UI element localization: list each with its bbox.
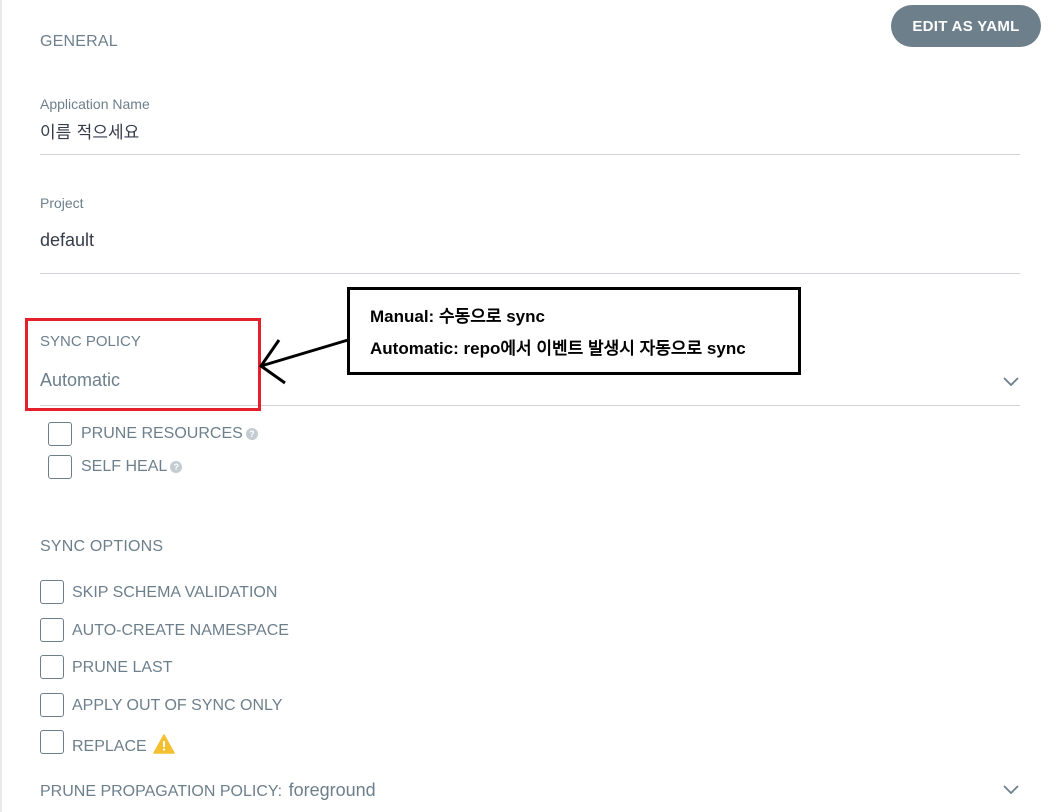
application-name-field[interactable]: 이름 적으세요: [40, 118, 139, 143]
auto-create-namespace-label: AUTO-CREATE NAMESPACE: [72, 622, 289, 639]
prune-propagation-label: PRUNE PROPAGATION POLICY:: [40, 783, 283, 800]
application-name-underline: [40, 154, 1020, 155]
annotation-automatic-text: Automatic: repo에서 이벤트 발생시 자동으로 sync: [370, 339, 746, 358]
highlight-box: [25, 318, 261, 411]
help-icon[interactable]: ?: [245, 428, 258, 440]
section-title-general: GENERAL: [40, 33, 118, 50]
annotation-arrow-icon: [258, 338, 349, 385]
warning-icon[interactable]: [153, 734, 175, 754]
auto-create-namespace-checkbox[interactable]: [40, 618, 64, 642]
sync-policy-chevron-down-icon[interactable]: [1001, 376, 1021, 388]
prune-propagation-policy-row: PRUNE PROPAGATION POLICY: foreground: [40, 780, 376, 801]
panel-left-border: [0, 0, 2, 812]
prune-last-label: PRUNE LAST: [72, 659, 173, 676]
annotation-manual-text: Manual: 수동으로 sync: [370, 307, 545, 326]
replace-checkbox[interactable]: [40, 730, 64, 754]
project-underline: [40, 273, 1020, 274]
edit-as-yaml-button[interactable]: EDIT AS YAML: [891, 5, 1041, 47]
prune-resources-checkbox[interactable]: [48, 422, 72, 446]
annotation-callout: Manual: 수동으로 sync Automatic: repo에서 이벤트 …: [347, 287, 801, 375]
sync-options-title: SYNC OPTIONS: [40, 538, 164, 555]
prune-propagation-select[interactable]: foreground: [289, 780, 376, 800]
application-name-label: Application Name: [40, 96, 150, 112]
skip-schema-validation-label: SKIP SCHEMA VALIDATION: [72, 584, 278, 601]
prune-propagation-chevron-down-icon[interactable]: [1001, 784, 1021, 796]
skip-schema-validation-checkbox[interactable]: [40, 580, 64, 604]
replace-label: REPLACE: [72, 734, 175, 756]
prune-resources-label: PRUNE RESOURCES?: [81, 425, 258, 443]
help-icon[interactable]: ?: [170, 461, 183, 473]
project-field[interactable]: default: [40, 230, 94, 251]
prune-last-checkbox[interactable]: [40, 655, 64, 679]
project-label: Project: [40, 195, 84, 211]
apply-out-of-sync-only-label: APPLY OUT OF SYNC ONLY: [72, 697, 283, 714]
replace-text: REPLACE: [72, 738, 147, 755]
prune-resources-text: PRUNE RESOURCES: [81, 425, 243, 442]
apply-out-of-sync-only-checkbox[interactable]: [40, 693, 64, 717]
self-heal-label: SELF HEAL?: [81, 458, 183, 476]
self-heal-text: SELF HEAL: [81, 458, 168, 475]
self-heal-checkbox[interactable]: [48, 455, 72, 479]
